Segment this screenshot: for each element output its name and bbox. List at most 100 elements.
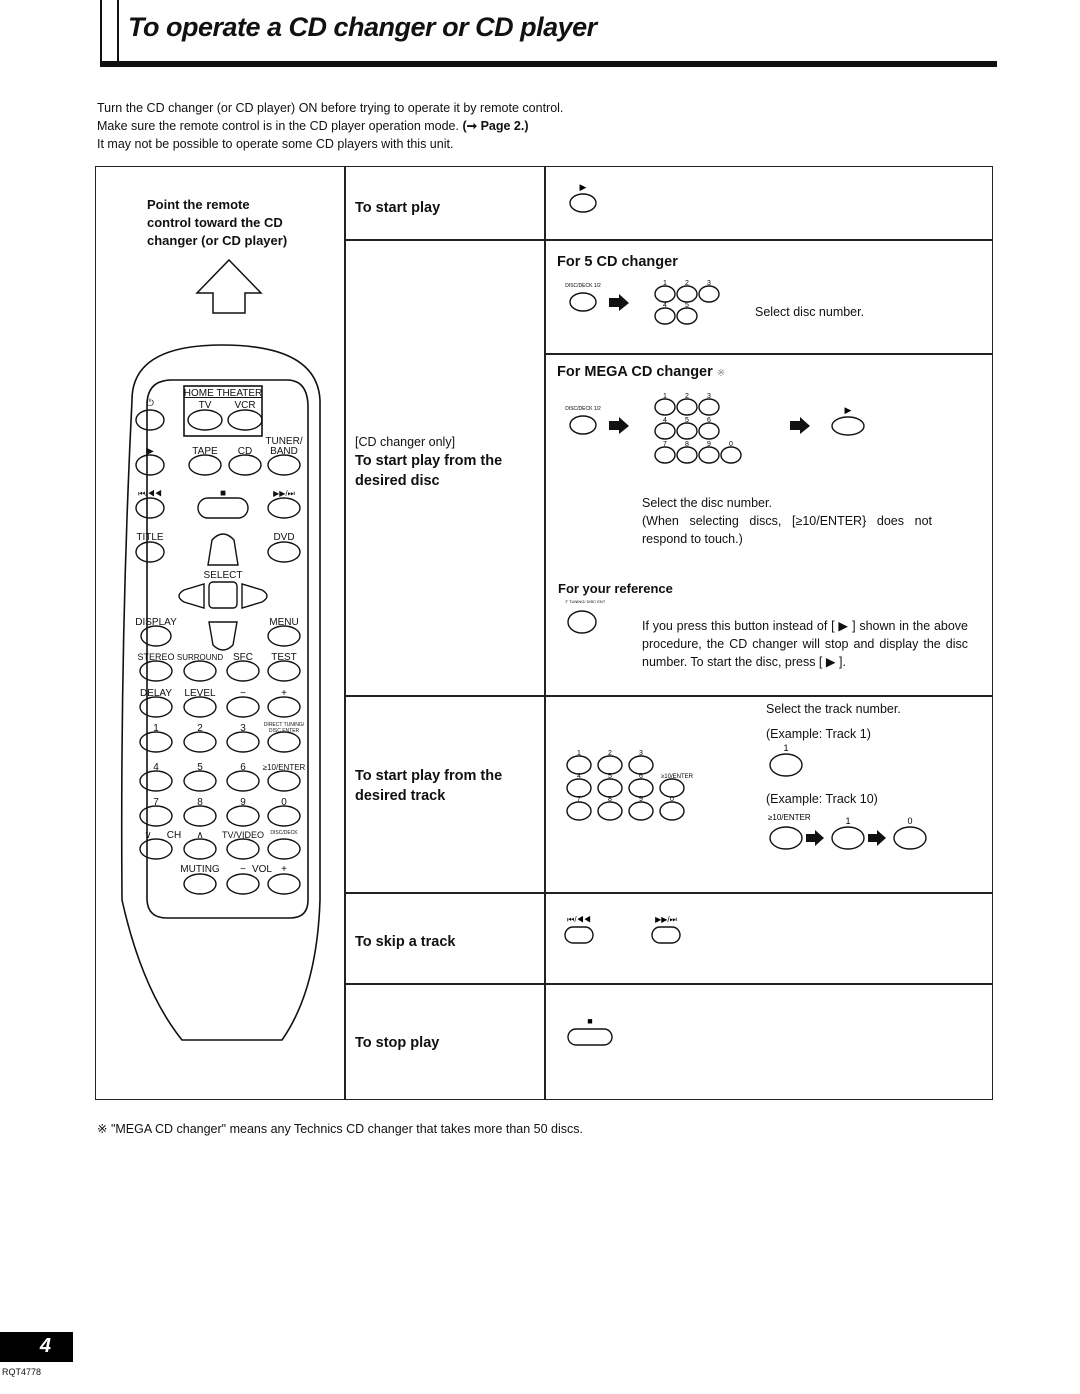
digit-5-button[interactable]	[676, 307, 698, 325]
digit-0-button[interactable]	[659, 801, 685, 821]
digit-2-button[interactable]	[676, 398, 698, 416]
digit-7-button[interactable]	[566, 801, 592, 821]
down-nav-button[interactable]	[208, 621, 238, 651]
digit-3-button[interactable]	[226, 731, 260, 753]
enter-button[interactable]	[659, 778, 685, 798]
arrow-right-icon	[609, 294, 629, 311]
stop-button[interactable]	[197, 497, 249, 519]
digit-3-button[interactable]	[698, 398, 720, 416]
digit-2-button[interactable]	[597, 755, 623, 775]
digit-label: 8	[685, 441, 689, 448]
left-nav-button[interactable]	[178, 583, 205, 609]
intro-line-3: It may not be possible to operate some C…	[97, 137, 454, 151]
select-button[interactable]	[208, 581, 238, 609]
digit-6-button[interactable]	[698, 422, 720, 440]
footnote: ※ "MEGA CD changer" means any Technics C…	[97, 1122, 584, 1136]
right-nav-button[interactable]	[241, 583, 268, 609]
digit-label: 3	[707, 393, 711, 400]
tv-button[interactable]	[187, 409, 223, 431]
digit-5-button[interactable]	[183, 770, 217, 792]
level-button[interactable]	[183, 696, 217, 718]
tv-video-button[interactable]	[226, 838, 260, 860]
digit-9-button[interactable]	[226, 805, 260, 827]
delay-button[interactable]	[139, 696, 173, 718]
skip-forward-button[interactable]	[267, 497, 301, 519]
digit-4-button[interactable]	[654, 307, 676, 325]
up-nav-button[interactable]	[207, 533, 239, 566]
digit-0-button[interactable]	[720, 446, 742, 464]
title-bracket-left	[100, 0, 102, 62]
svg-text:DISC/DECK 1/2: DISC/DECK 1/2	[565, 406, 601, 412]
digit-8-button[interactable]	[183, 805, 217, 827]
dvd-button[interactable]	[267, 541, 301, 563]
cd-button[interactable]	[228, 454, 262, 476]
digit-1-button[interactable]	[654, 285, 676, 303]
stop-button[interactable]: ■	[562, 1012, 622, 1052]
row-label-start-play: To start play	[355, 200, 441, 216]
direct-tuning-button[interactable]: DIRECT TUNING/ DISC ENTER	[565, 598, 605, 638]
ch-down-button[interactable]	[139, 838, 173, 860]
point-remote-instruction: Point the remote control toward the CD c…	[147, 197, 288, 248]
play-button	[831, 416, 865, 436]
digit-4-button[interactable]	[654, 422, 676, 440]
digit-1-button[interactable]: 1	[766, 743, 806, 783]
digit-3-button[interactable]	[628, 755, 654, 775]
minus-button[interactable]	[226, 696, 260, 718]
sfc-button[interactable]	[226, 660, 260, 682]
disc-deck-button	[569, 415, 597, 435]
power-button[interactable]	[135, 409, 165, 431]
plus-button[interactable]	[267, 696, 301, 718]
digit-6-button[interactable]	[628, 778, 654, 798]
surround-button[interactable]	[183, 660, 217, 682]
digit-5-button[interactable]	[676, 422, 698, 440]
digit-2-button[interactable]	[183, 731, 217, 753]
digit-8-button[interactable]	[597, 801, 623, 821]
test-button[interactable]	[267, 660, 301, 682]
svg-text:0: 0	[907, 816, 912, 826]
tuner-band-button[interactable]	[267, 454, 301, 476]
muting-button[interactable]	[183, 873, 217, 895]
digit-1-button[interactable]	[566, 755, 592, 775]
volume-up-button[interactable]	[267, 873, 301, 895]
play-button[interactable]	[135, 454, 165, 476]
play-button[interactable]: ▶	[565, 180, 605, 220]
svg-text:⏮/◀◀: ⏮/◀◀	[138, 489, 162, 498]
direct-tuning-button[interactable]	[267, 731, 301, 753]
enter-button[interactable]	[267, 770, 301, 792]
digit-7-button[interactable]	[654, 446, 676, 464]
digit-5-button[interactable]	[597, 778, 623, 798]
volume-down-button[interactable]	[226, 873, 260, 895]
digit-6-button[interactable]	[226, 770, 260, 792]
svg-text:SELECT: SELECT	[204, 570, 243, 581]
row-divider	[344, 892, 992, 894]
digit-4-button[interactable]	[139, 770, 173, 792]
digit-8-button[interactable]	[676, 446, 698, 464]
digit-9-button[interactable]	[628, 801, 654, 821]
digit-label: 6	[639, 773, 643, 780]
digit-1-button	[831, 826, 865, 850]
digit-2-button[interactable]	[676, 285, 698, 303]
digit-1-button[interactable]	[654, 398, 676, 416]
digit-7-button[interactable]	[139, 805, 173, 827]
digit-label: 1	[663, 393, 667, 400]
digit-0-button[interactable]	[267, 805, 301, 827]
title-button[interactable]	[135, 541, 165, 563]
svg-text:DIRECT TUNING/ DISC ENTER: DIRECT TUNING/ DISC ENTER	[565, 599, 605, 604]
display-button[interactable]	[140, 625, 172, 647]
page-ref-link[interactable]: (➞ Page 2.)	[462, 119, 528, 133]
stereo-button[interactable]	[139, 660, 173, 682]
skip-back-button[interactable]	[135, 497, 165, 519]
tape-button[interactable]	[188, 454, 222, 476]
menu-button[interactable]	[267, 625, 301, 647]
vcr-button[interactable]	[227, 409, 263, 431]
ch-up-button[interactable]	[183, 838, 217, 860]
row-label-stop-play: To stop play	[355, 1035, 440, 1051]
digit-3-button[interactable]	[698, 285, 720, 303]
disc-deck-button[interactable]	[267, 838, 301, 860]
digit-1-button[interactable]	[139, 731, 173, 753]
digit-9-button[interactable]	[698, 446, 720, 464]
svg-text:DISC/DECK 1/2: DISC/DECK 1/2	[565, 283, 601, 289]
svg-text:CH: CH	[167, 830, 181, 841]
digit-4-button[interactable]	[566, 778, 592, 798]
arrow-right-icon	[609, 417, 629, 434]
